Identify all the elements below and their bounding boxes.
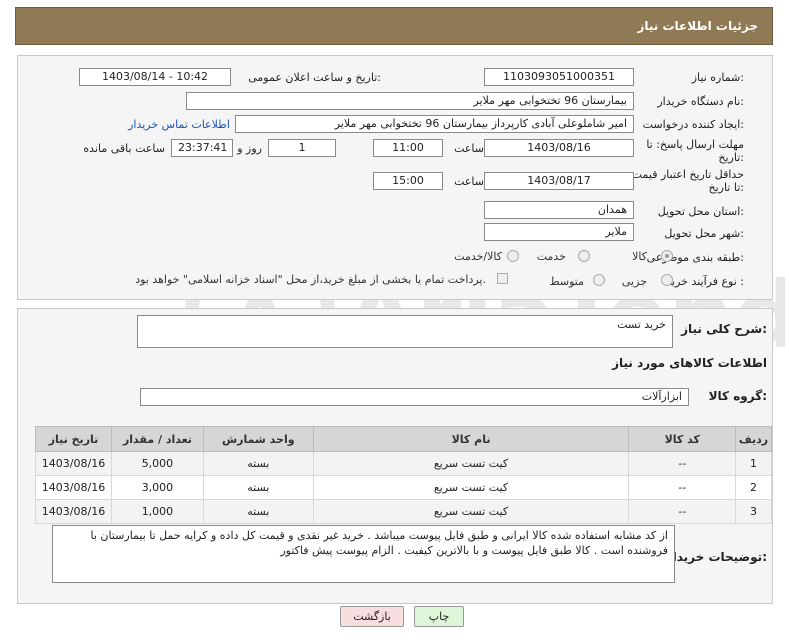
remaining-time-field: 23:37:41 xyxy=(171,139,233,157)
cell-unit: بسته xyxy=(202,475,314,500)
cell-need-date: 1403/08/16 xyxy=(34,499,113,524)
description-label: شرح کلی نیاز: xyxy=(681,322,767,336)
cell-quantity: 3,000 xyxy=(111,475,204,500)
cell-item-code: -- xyxy=(628,451,737,476)
print-button[interactable]: چاپ xyxy=(414,606,464,627)
purchase-option-medium: متوسط xyxy=(549,275,584,288)
table-row: 1403/08/16 3,000 بسته کیت تست سریع -- 2 xyxy=(34,475,772,500)
col-unit: واحد شمارش xyxy=(202,426,314,452)
col-row-number: ردیف xyxy=(735,426,772,452)
cell-item-name: کیت تست سریع xyxy=(312,475,630,500)
cell-need-date: 1403/08/16 xyxy=(34,475,113,500)
table-row: 1403/08/16 5,000 بسته کیت تست سریع -- 1 xyxy=(34,451,772,476)
validity-time-label: ساعت xyxy=(454,175,484,188)
deadline-label: مهلت ارسال پاسخ: تا تاریخ: xyxy=(646,138,744,164)
province-label: استان محل تحویل: xyxy=(657,205,744,218)
cell-row-number: 2 xyxy=(735,475,772,500)
purchase-type-label: نوع فرآیند خرید : xyxy=(666,275,744,288)
validity-label: حداقل تاریخ اعتبار قیمت: تا تاریخ: xyxy=(628,168,744,194)
col-quantity: تعداد / مقدار xyxy=(111,426,204,452)
deadline-time-field: 11:00 xyxy=(373,139,443,157)
cell-need-date: 1403/08/16 xyxy=(34,451,113,476)
treasury-payment-checkbox[interactable] xyxy=(497,273,508,284)
cell-quantity: 1,000 xyxy=(111,499,204,524)
validity-time-field: 15:00 xyxy=(373,172,443,190)
buyer-org-field: بیمارستان 96 تختخوابی مهر ملایر xyxy=(186,92,634,110)
treasury-payment-note: پرداخت تمام یا بخشی از مبلغ خرید،از محل … xyxy=(135,273,486,286)
days-field: 1 xyxy=(268,139,336,157)
goods-table-header: تاریخ نیاز تعداد / مقدار واحد شمارش نام … xyxy=(34,426,772,452)
city-label: شهر محل تحویل: xyxy=(664,227,744,240)
days-label: روز و xyxy=(237,142,262,155)
category-radio-goods[interactable] xyxy=(661,250,673,262)
back-button[interactable]: بازگشت xyxy=(340,606,404,627)
buyer-notes-textarea[interactable]: از کد مشابه استفاده شده کالا ایرانی و طب… xyxy=(52,525,675,583)
col-item-code: کد کالا xyxy=(628,426,737,452)
col-item-name: نام کالا xyxy=(312,426,630,452)
cell-item-code: -- xyxy=(628,499,737,524)
deadline-date-field: 1403/08/16 xyxy=(484,139,634,157)
description-textarea[interactable]: خرید تست xyxy=(137,315,673,348)
purchase-radio-medium[interactable] xyxy=(593,274,605,286)
goods-group-label: گروه کالا: xyxy=(708,389,767,403)
category-radio-service[interactable] xyxy=(578,250,590,262)
creator-field: امیر شاملوعلی آبادی کارپرداز بیمارستان 9… xyxy=(235,115,634,133)
table-row: 1403/08/16 1,000 بسته کیت تست سریع -- 3 xyxy=(34,499,772,524)
cell-row-number: 1 xyxy=(735,451,772,476)
col-need-date: تاریخ نیاز xyxy=(34,426,113,452)
purchase-radio-minor[interactable] xyxy=(661,274,673,286)
cell-item-name: کیت تست سریع xyxy=(312,451,630,476)
goods-group-field: ابزارآلات xyxy=(140,388,689,406)
province-field: همدان xyxy=(484,201,634,219)
category-option-goods-service: کالا/خدمت xyxy=(454,250,502,263)
cell-unit: بسته xyxy=(202,499,314,524)
announce-field: 1403/08/14 - 10:42 xyxy=(79,68,231,86)
announce-label: تاریخ و ساعت اعلان عمومی: xyxy=(248,71,381,84)
goods-info-title: اطلاعات کالاهای مورد نیاز xyxy=(612,356,767,370)
deadline-time-label: ساعت xyxy=(454,142,484,155)
page-title: جزئیات اطلاعات نیاز xyxy=(637,19,758,33)
category-option-goods: کالا xyxy=(632,250,647,263)
validity-date-field: 1403/08/17 xyxy=(484,172,634,190)
buyer-notes-label: توضیحات خریدار: xyxy=(665,550,767,564)
need-number-field: 1103093051000351 xyxy=(484,68,634,86)
goods-table: تاریخ نیاز تعداد / مقدار واحد شمارش نام … xyxy=(34,426,772,524)
contact-info-link[interactable]: اطلاعات تماس خریدار xyxy=(128,118,230,131)
category-option-service: خدمت xyxy=(536,250,566,263)
category-radio-goods-service[interactable] xyxy=(507,250,519,262)
city-field: ملایر xyxy=(484,223,634,241)
cell-unit: بسته xyxy=(202,451,314,476)
need-number-label: شماره نیاز: xyxy=(691,71,744,84)
buyer-org-label: نام دستگاه خریدار: xyxy=(657,95,744,108)
cell-quantity: 5,000 xyxy=(111,451,204,476)
cell-row-number: 3 xyxy=(735,499,772,524)
purchase-option-minor: جزیی xyxy=(621,275,647,288)
creator-label: ایجاد کننده درخواست: xyxy=(642,118,744,131)
cell-item-name: کیت تست سریع xyxy=(312,499,630,524)
remaining-label: ساعت باقی مانده xyxy=(83,142,165,155)
page-header: جزئیات اطلاعات نیاز xyxy=(15,7,773,45)
cell-item-code: -- xyxy=(628,475,737,500)
